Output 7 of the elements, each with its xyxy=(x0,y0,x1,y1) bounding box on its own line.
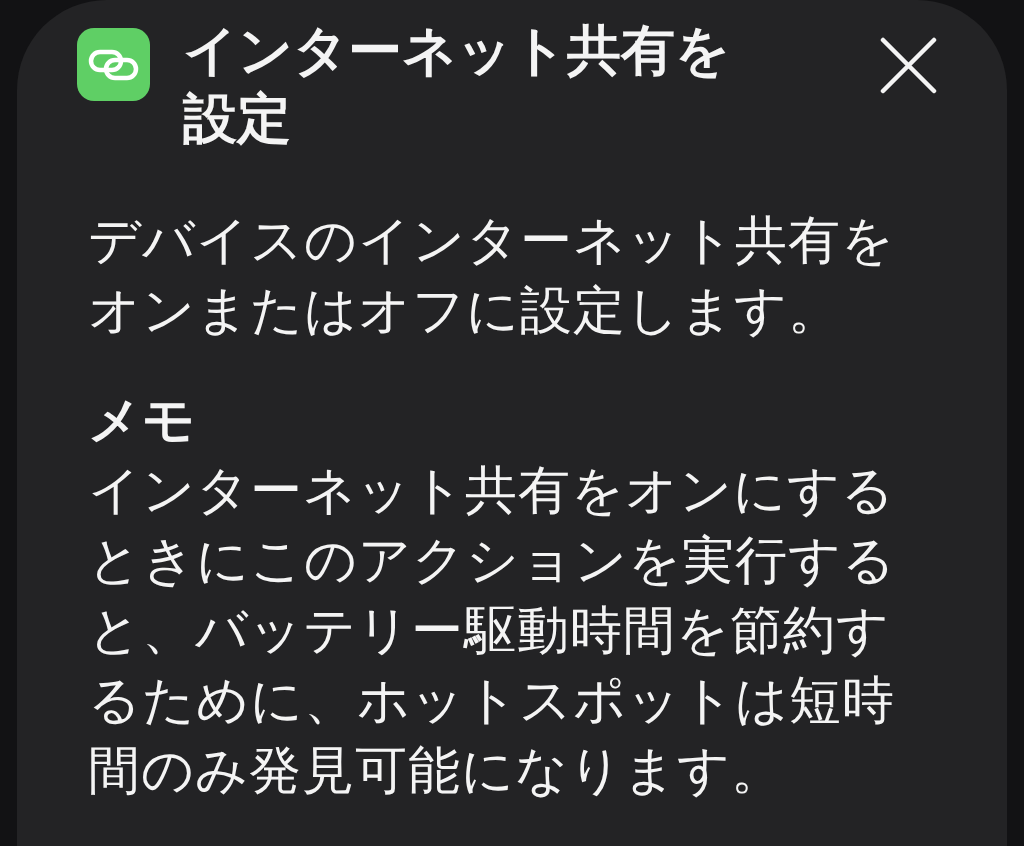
link-icon xyxy=(77,28,150,101)
close-icon xyxy=(880,37,937,94)
dialog-title: インターネット共有を設定 xyxy=(183,19,731,150)
close-button[interactable] xyxy=(880,37,937,94)
note-heading: メモ xyxy=(88,390,196,451)
note-text: インターネット共有をオンにするときにこのアクションを実行すると、バッテリー駆動時間を節約するために、ホットスポットは短時間のみ発見可能になります。 xyxy=(88,460,897,801)
description-text: デバイスのインターネット共有をオンまたはオフに設定します。 xyxy=(88,210,896,341)
